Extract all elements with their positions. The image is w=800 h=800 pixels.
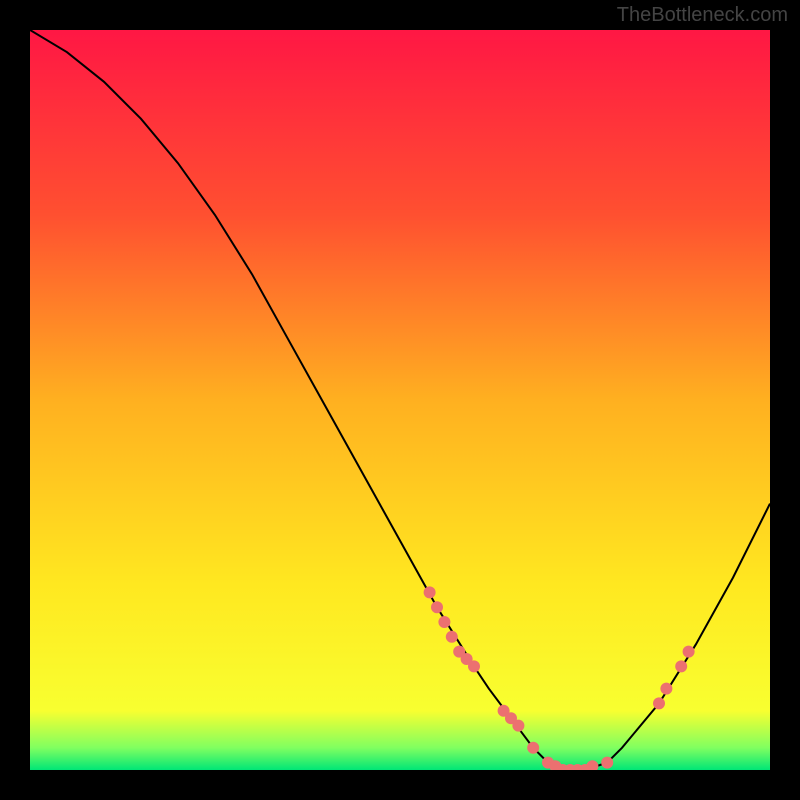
highlight-point: [446, 631, 458, 643]
highlight-point: [512, 720, 524, 732]
highlight-point: [431, 601, 443, 613]
highlight-point: [653, 697, 665, 709]
highlight-point: [527, 742, 539, 754]
highlight-point: [660, 683, 672, 695]
chart-svg: [30, 30, 770, 770]
highlight-point: [683, 646, 695, 658]
highlight-point: [424, 586, 436, 598]
highlight-point: [438, 616, 450, 628]
watermark-text: TheBottleneck.com: [617, 4, 788, 27]
highlight-point: [675, 660, 687, 672]
chart-plot-area: [30, 30, 770, 770]
highlight-point: [601, 757, 613, 769]
gradient-background: [30, 30, 770, 770]
highlight-point: [468, 660, 480, 672]
